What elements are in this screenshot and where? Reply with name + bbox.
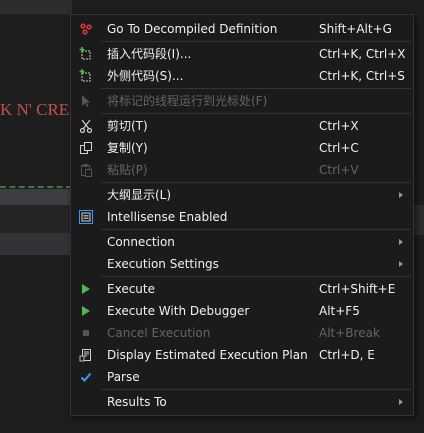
menu-item-shortcut: Shift+Alt+G: [319, 22, 392, 36]
menu-item-paste[interactable]: 粘贴(P) Ctrl+V: [71, 159, 413, 181]
menu-item-label: Execute: [107, 282, 155, 296]
copy-icon: [78, 140, 94, 156]
menu-item-label: 粘贴(P): [107, 163, 148, 177]
code-underline: [0, 186, 72, 188]
context-menu: Go To Decompiled Definition Shift+Alt+G …: [70, 14, 414, 416]
submenu-arrow-icon: [399, 261, 403, 267]
menu-item-results-to[interactable]: Results To: [71, 391, 413, 413]
menu-item-label: 剪切(T): [107, 119, 148, 133]
paste-icon: [78, 162, 94, 178]
decompile-icon: [78, 21, 94, 37]
menu-item-label: Connection: [107, 235, 175, 249]
menu-item-shortcut: Ctrl+K, Ctrl+S: [319, 69, 405, 83]
menu-item-insert-snippet[interactable]: 插入代码段(I)... Ctrl+K, Ctrl+X: [71, 43, 413, 65]
menu-item-shortcut: Ctrl+D, E: [319, 348, 375, 362]
menu-item-execution-settings[interactable]: Execution Settings: [71, 253, 413, 275]
stop-icon: [78, 325, 94, 341]
submenu-arrow-icon: [399, 239, 403, 245]
submenu-arrow-icon: [399, 399, 403, 405]
menu-item-label: 插入代码段(I)...: [107, 47, 192, 61]
editor-panel-header: [0, 205, 72, 233]
menu-item-execute[interactable]: Execute Ctrl+Shift+E: [71, 278, 413, 300]
menu-item-label: 将标记的线程运行到光标处(F): [107, 94, 268, 108]
menu-item-shortcut: Ctrl+V: [319, 163, 359, 177]
menu-item-shortcut: Ctrl+X: [319, 119, 359, 133]
menu-item-run-flagged-threads-to-cursor[interactable]: 将标记的线程运行到光标处(F): [71, 90, 413, 112]
menu-item-copy[interactable]: 复制(Y) Ctrl+C: [71, 137, 413, 159]
menu-item-shortcut: Alt+Break: [319, 326, 380, 340]
menu-item-label: Execution Settings: [107, 257, 219, 271]
intellisense-checkbox-icon: [78, 209, 94, 225]
run-to-cursor-icon: [78, 93, 94, 109]
menu-item-label: 外侧代码(S)...: [107, 69, 184, 83]
menu-item-label: Execute With Debugger: [107, 304, 250, 318]
menu-item-label: 大纲显示(L): [107, 188, 172, 202]
play-icon: [78, 281, 94, 297]
menu-item-outlining[interactable]: 大纲显示(L): [71, 184, 413, 206]
menu-item-shortcut: Ctrl+C: [319, 141, 359, 155]
menu-item-surround-with[interactable]: 外侧代码(S)... Ctrl+K, Ctrl+S: [71, 65, 413, 87]
execution-plan-icon: [78, 347, 94, 363]
editor-scrollbar[interactable]: [0, 189, 72, 205]
menu-item-cut[interactable]: 剪切(T) Ctrl+X: [71, 115, 413, 137]
menu-item-label: Parse: [107, 370, 140, 384]
menu-item-shortcut: Alt+F5: [319, 304, 360, 318]
surround-with-icon: [78, 68, 94, 84]
menu-item-go-to-decompiled-definition[interactable]: Go To Decompiled Definition Shift+Alt+G: [71, 18, 413, 40]
menu-item-shortcut: Ctrl+Shift+E: [319, 282, 396, 296]
submenu-arrow-icon: [399, 192, 403, 198]
play-icon: [78, 303, 94, 319]
editor-panel-bar: [0, 233, 72, 255]
menu-item-shortcut: Ctrl+K, Ctrl+X: [319, 47, 406, 61]
checked-box-icon: [79, 210, 93, 224]
editor-toolbar-dark: [0, 0, 72, 14]
menu-item-connection[interactable]: Connection: [71, 231, 413, 253]
scissors-icon: [78, 118, 94, 134]
menu-item-label: Go To Decompiled Definition: [107, 22, 278, 36]
menu-item-label: Display Estimated Execution Plan: [107, 348, 308, 362]
insert-snippet-icon: [78, 46, 94, 62]
menu-item-label: Results To: [107, 395, 167, 409]
menu-item-label: Intellisense Enabled: [107, 210, 228, 224]
menu-item-cancel-execution[interactable]: Cancel Execution Alt+Break: [71, 322, 413, 344]
menu-item-execute-with-debugger[interactable]: Execute With Debugger Alt+F5: [71, 300, 413, 322]
menu-item-display-estimated-execution-plan[interactable]: Display Estimated Execution Plan Ctrl+D,…: [71, 344, 413, 366]
right-edge-panel: [414, 205, 424, 235]
menu-item-parse[interactable]: Parse: [71, 366, 413, 388]
menu-item-label: 复制(Y): [107, 141, 148, 155]
menu-item-intellisense-enabled[interactable]: Intellisense Enabled: [71, 206, 413, 228]
menu-item-label: Cancel Execution: [107, 326, 211, 340]
checkmark-icon: [78, 369, 94, 385]
